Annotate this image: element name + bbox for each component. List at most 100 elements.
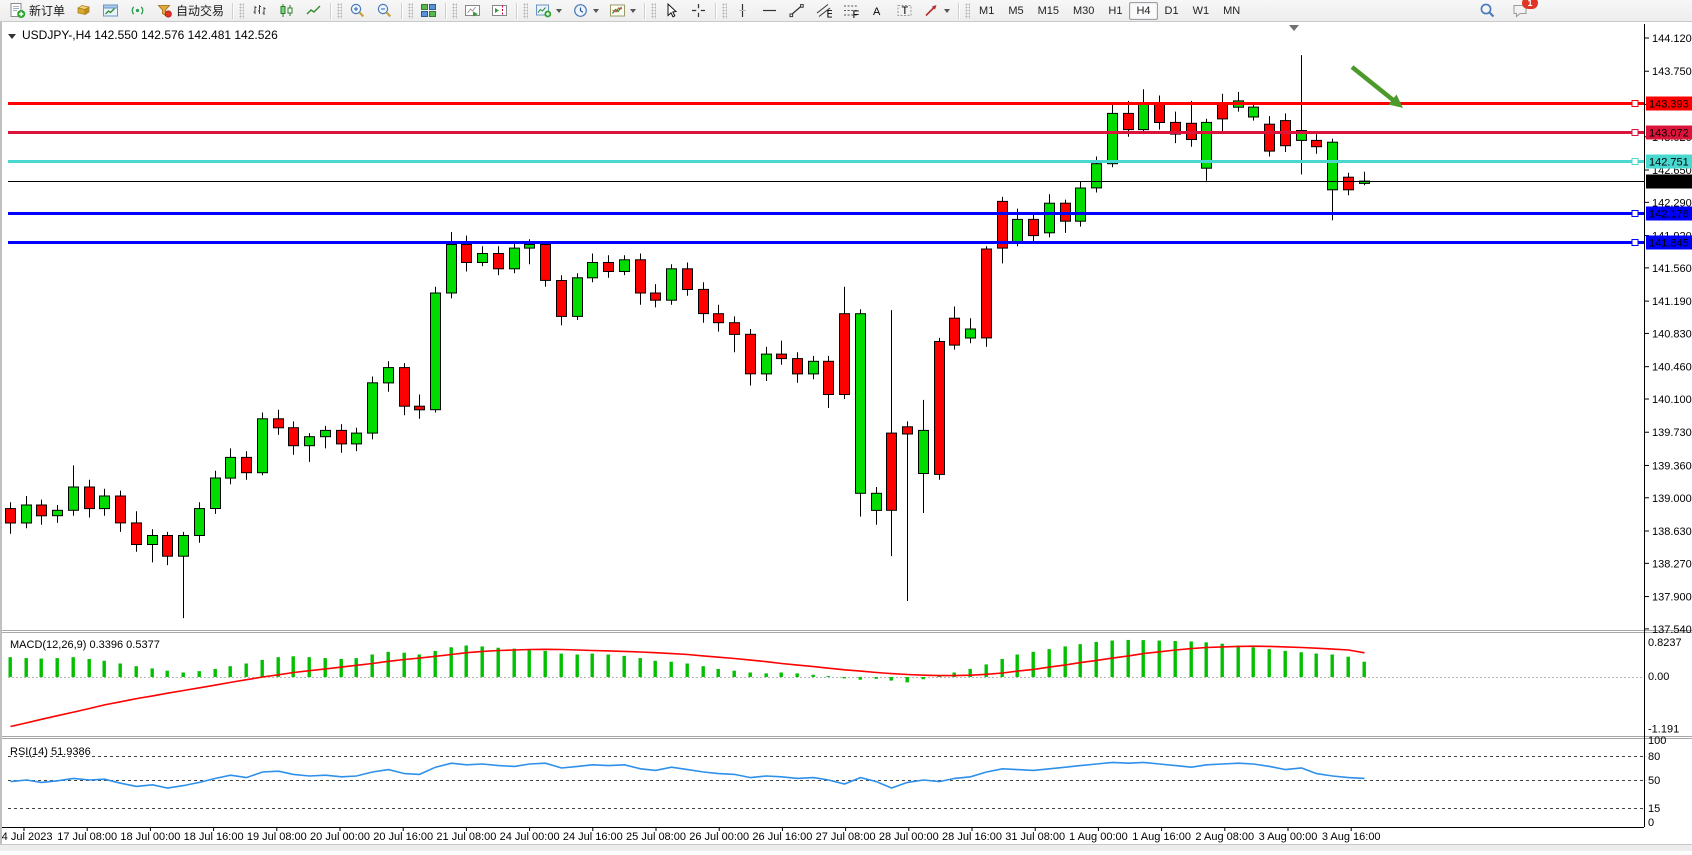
- time-tick-label: 19 Jul 08:00: [247, 831, 307, 843]
- time-tick-label: 26 Jul 16:00: [752, 831, 812, 843]
- price-tick-label: 137.540: [1652, 624, 1692, 636]
- svg-text:E: E: [827, 9, 833, 20]
- toolbar-drag-handle: [337, 3, 342, 19]
- price-tag-label: 143.072: [1649, 128, 1689, 140]
- auto-scroll-button[interactable]: [459, 0, 486, 22]
- time-tick-label: 1 Aug 00:00: [1069, 831, 1128, 843]
- line-chart-button[interactable]: [300, 0, 327, 22]
- svg-text:A: A: [873, 6, 881, 18]
- price-tick-label: 138.630: [1652, 526, 1692, 538]
- time-tick-label: 2 Aug 08:00: [1195, 831, 1254, 843]
- search-icon: [1479, 2, 1496, 19]
- svg-text:F: F: [853, 9, 860, 19]
- zoom-out-button[interactable]: [371, 0, 398, 22]
- periods-button[interactable]: [567, 0, 604, 22]
- notifications-button[interactable]: 1: [1507, 0, 1534, 22]
- toolbar-separator: [715, 3, 717, 19]
- svg-text:T: T: [902, 5, 909, 17]
- price-tick-label: 139.360: [1652, 460, 1692, 472]
- timeframe-m30-button[interactable]: M30: [1066, 2, 1101, 20]
- time-tick-label: 3 Aug 00:00: [1259, 831, 1318, 843]
- new-order-button[interactable]: 新订单: [4, 0, 70, 22]
- auto-trading-button-label: 自动交易: [176, 2, 224, 19]
- candlestick-chart-button[interactable]: [273, 0, 300, 22]
- new-order-button-label: 新订单: [29, 2, 65, 19]
- text-icon: A: [869, 2, 886, 19]
- search-button[interactable]: [1474, 0, 1501, 22]
- price-tick-label: 140.100: [1652, 394, 1692, 406]
- templates-button[interactable]: [604, 0, 641, 22]
- equidistant-channel-button[interactable]: E: [810, 0, 837, 22]
- toolbar-drag-handle: [651, 3, 656, 19]
- mql-community-button[interactable]: [97, 0, 124, 22]
- hline-icon: [761, 2, 778, 19]
- candles-icon: [278, 2, 295, 19]
- toolbar-separator: [401, 3, 403, 19]
- time-tick-label: 20 Jul 00:00: [310, 831, 370, 843]
- timeframe-d1-button[interactable]: D1: [1158, 2, 1186, 20]
- label-button[interactable]: T: [891, 0, 918, 22]
- horizontal-line-button[interactable]: [756, 0, 783, 22]
- crosshair-button[interactable]: [685, 0, 712, 22]
- chart-shift-button[interactable]: [486, 0, 513, 22]
- template-icon: [609, 2, 626, 19]
- toolbar-separator: [445, 3, 447, 19]
- price-tag-label: 143.393: [1649, 99, 1689, 111]
- bars-icon: [251, 2, 268, 19]
- zoom-in-button[interactable]: [344, 0, 371, 22]
- toolbar-separator: [958, 3, 960, 19]
- time-tick-label: 18 Jul 16:00: [184, 831, 244, 843]
- fibo-icon: F: [842, 2, 859, 19]
- label-icon: T: [896, 2, 913, 19]
- rsi-axis-label: 80: [1648, 751, 1660, 763]
- price-tag-label: 142.526: [1649, 177, 1689, 189]
- time-tick-label: 31 Jul 08:00: [1005, 831, 1065, 843]
- new-order-icon: [9, 2, 26, 19]
- timeframe-h4-button[interactable]: H4: [1129, 2, 1157, 20]
- new-chart-icon: [535, 2, 552, 19]
- time-tick-label: 18 Jul 00:00: [120, 831, 180, 843]
- toolbar-drag-handle: [452, 3, 457, 19]
- time-tick-label: 14 Jul 2023: [0, 831, 52, 843]
- bar-chart-button[interactable]: [246, 0, 273, 22]
- chart-canvas: 144.120143.750143.380143.020142.650142.2…: [0, 22, 1692, 850]
- chart-title: USDJPY-,H4 142.550 142.576 142.481 142.5…: [22, 28, 278, 42]
- fibonacci-button[interactable]: F: [837, 0, 864, 22]
- time-tick-label: 27 Jul 08:00: [816, 831, 876, 843]
- vertical-line-button[interactable]: [729, 0, 756, 22]
- price-tick-label: 143.750: [1652, 66, 1692, 78]
- signals-button[interactable]: [124, 0, 151, 22]
- sounds-button[interactable]: [70, 0, 97, 22]
- trendline-button[interactable]: [783, 0, 810, 22]
- arrows-button[interactable]: [918, 0, 955, 22]
- window-left-border: [0, 22, 2, 850]
- auto-trading-button[interactable]: 自动交易: [151, 0, 229, 22]
- new-chart-button[interactable]: [530, 0, 567, 22]
- text-button[interactable]: A: [864, 0, 891, 22]
- timeframe-m1-button[interactable]: M1: [972, 2, 1001, 20]
- timeframe-h1-button[interactable]: H1: [1101, 2, 1129, 20]
- tile-icon: [420, 2, 437, 19]
- price-tick-label: 144.120: [1652, 33, 1692, 45]
- toolbar-separator: [516, 3, 518, 19]
- chart-window: 144.120143.750143.380143.020142.650142.2…: [0, 22, 1692, 850]
- toolbar-drag-handle: [408, 3, 413, 19]
- chevron-down-icon: [944, 9, 950, 13]
- chevron-down-icon: [630, 9, 636, 13]
- timeframe-m15-button[interactable]: M15: [1031, 2, 1066, 20]
- clock-icon: [572, 2, 589, 19]
- timeframe-m5-button[interactable]: M5: [1001, 2, 1030, 20]
- toolbar-drag-handle: [722, 3, 727, 19]
- line-icon: [305, 2, 322, 19]
- rsi-label: RSI(14) 51.9386: [10, 746, 91, 758]
- timeframe-w1-button[interactable]: W1: [1186, 2, 1217, 20]
- zoom-in-icon: [349, 2, 366, 19]
- macd-axis-label: -1.191: [1648, 724, 1679, 736]
- cursor-button[interactable]: [658, 0, 685, 22]
- tile-windows-button[interactable]: [415, 0, 442, 22]
- rsi-axis-label: 0: [1648, 817, 1654, 829]
- time-tick-label: 20 Jul 16:00: [373, 831, 433, 843]
- funnel-icon: [156, 2, 173, 19]
- timeframe-mn-button[interactable]: MN: [1216, 2, 1247, 20]
- macd-axis-label: 0.8237: [1648, 637, 1682, 649]
